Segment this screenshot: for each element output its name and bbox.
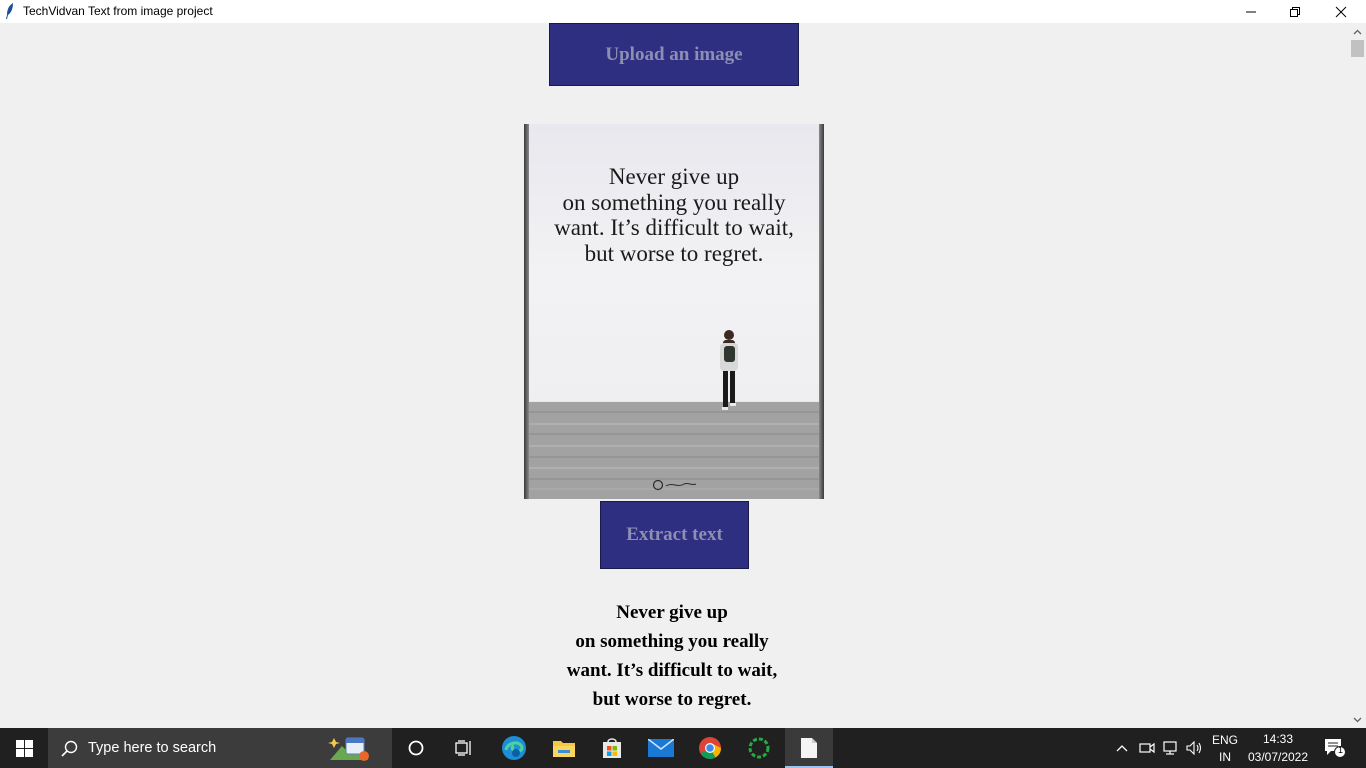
- loading-app-icon: [748, 737, 770, 759]
- taskbar-edge[interactable]: [490, 728, 538, 768]
- taskbar-microsoft-store[interactable]: [588, 728, 636, 768]
- restore-icon: [1290, 6, 1300, 17]
- tray-network[interactable]: [1160, 728, 1184, 768]
- chevron-up-icon: [1353, 29, 1362, 34]
- image-right-edge: [819, 124, 824, 499]
- windows-taskbar: Type here to search ENG IN 14:33 03/07/2…: [0, 728, 1366, 768]
- language-indicator-top[interactable]: ENG: [1208, 733, 1242, 747]
- language-indicator-bottom[interactable]: IN: [1208, 750, 1242, 764]
- search-placeholder: Type here to search: [88, 740, 217, 756]
- task-view-button[interactable]: [440, 728, 488, 768]
- upload-image-button[interactable]: Upload an image: [549, 23, 799, 86]
- taskbar-running-app[interactable]: [735, 728, 783, 768]
- minimize-button[interactable]: [1228, 0, 1274, 23]
- microsoft-store-icon: [603, 738, 621, 758]
- app-content: Upload an image Never give up on somethi…: [0, 23, 1349, 728]
- task-view-icon: [455, 740, 471, 756]
- extracted-text-line: on something you really: [575, 631, 769, 652]
- chrome-icon: [699, 737, 721, 759]
- taskbar-file-explorer[interactable]: [540, 728, 588, 768]
- extracted-text-line: but worse to regret.: [592, 689, 752, 710]
- tray-meet-now[interactable]: [1136, 728, 1158, 768]
- taskbar-active-window[interactable]: [785, 728, 833, 768]
- image-quote-line: Never give up: [608, 164, 740, 189]
- minimize-icon: [1246, 11, 1256, 12]
- network-icon: [1163, 741, 1177, 755]
- image-quote-text: Never give up on something you really wa…: [524, 164, 824, 266]
- search-icon: [61, 740, 78, 757]
- close-icon: [1335, 6, 1347, 17]
- notepad-file-icon: [801, 738, 817, 758]
- cortana-icon: [408, 740, 424, 756]
- search-highlight-icon: [328, 737, 369, 761]
- chevron-up-icon: [1116, 745, 1128, 752]
- taskbar-chrome[interactable]: [686, 728, 734, 768]
- mail-icon: [648, 739, 674, 757]
- show-hidden-icons-button[interactable]: [1110, 728, 1134, 768]
- window-title: TechVidvan Text from image project: [23, 4, 213, 18]
- title-bar: TechVidvan Text from image project: [0, 0, 1366, 23]
- start-button[interactable]: [0, 728, 48, 768]
- walking-person-figure: [720, 330, 738, 410]
- restore-button[interactable]: [1272, 0, 1318, 23]
- extracted-text-line: Never give up: [616, 602, 728, 623]
- taskbar-search-box[interactable]: Type here to search: [48, 728, 392, 768]
- tk-feather-icon: [6, 3, 13, 19]
- edge-icon: [502, 736, 526, 760]
- scroll-up-button[interactable]: [1349, 23, 1366, 40]
- tray-volume[interactable]: [1184, 728, 1206, 768]
- uploaded-image-preview: Never give up on something you really wa…: [524, 124, 824, 499]
- volume-icon: [1186, 741, 1202, 755]
- clock-time[interactable]: 14:33: [1244, 732, 1312, 746]
- camera-icon: [1139, 742, 1155, 754]
- close-button[interactable]: [1318, 0, 1364, 23]
- extracted-text-output: Never give up on something you really wa…: [522, 598, 822, 714]
- chevron-down-icon: [1353, 717, 1362, 722]
- scroll-down-button[interactable]: [1349, 711, 1366, 728]
- extract-text-button[interactable]: Extract text: [600, 501, 749, 569]
- windows-start-icon: [15, 739, 33, 757]
- action-center-button[interactable]: 1: [1318, 728, 1352, 768]
- image-quote-line: want. It’s difficult to wait,: [554, 215, 794, 240]
- cortana-button[interactable]: [392, 728, 440, 768]
- taskbar-mail[interactable]: [637, 728, 685, 768]
- image-quote-line: but worse to regret.: [584, 240, 764, 266]
- clock-date[interactable]: 03/07/2022: [1244, 750, 1312, 764]
- scroll-thumb[interactable]: [1351, 40, 1364, 57]
- watermark-logo: [652, 479, 697, 491]
- image-quote-line: on something you really: [562, 189, 786, 215]
- notification-count-badge: 1: [1338, 745, 1344, 755]
- image-left-edge: [524, 124, 529, 499]
- vertical-scrollbar[interactable]: [1349, 23, 1366, 728]
- extracted-text-line: want. It’s difficult to wait,: [566, 660, 778, 681]
- file-explorer-icon: [553, 741, 575, 757]
